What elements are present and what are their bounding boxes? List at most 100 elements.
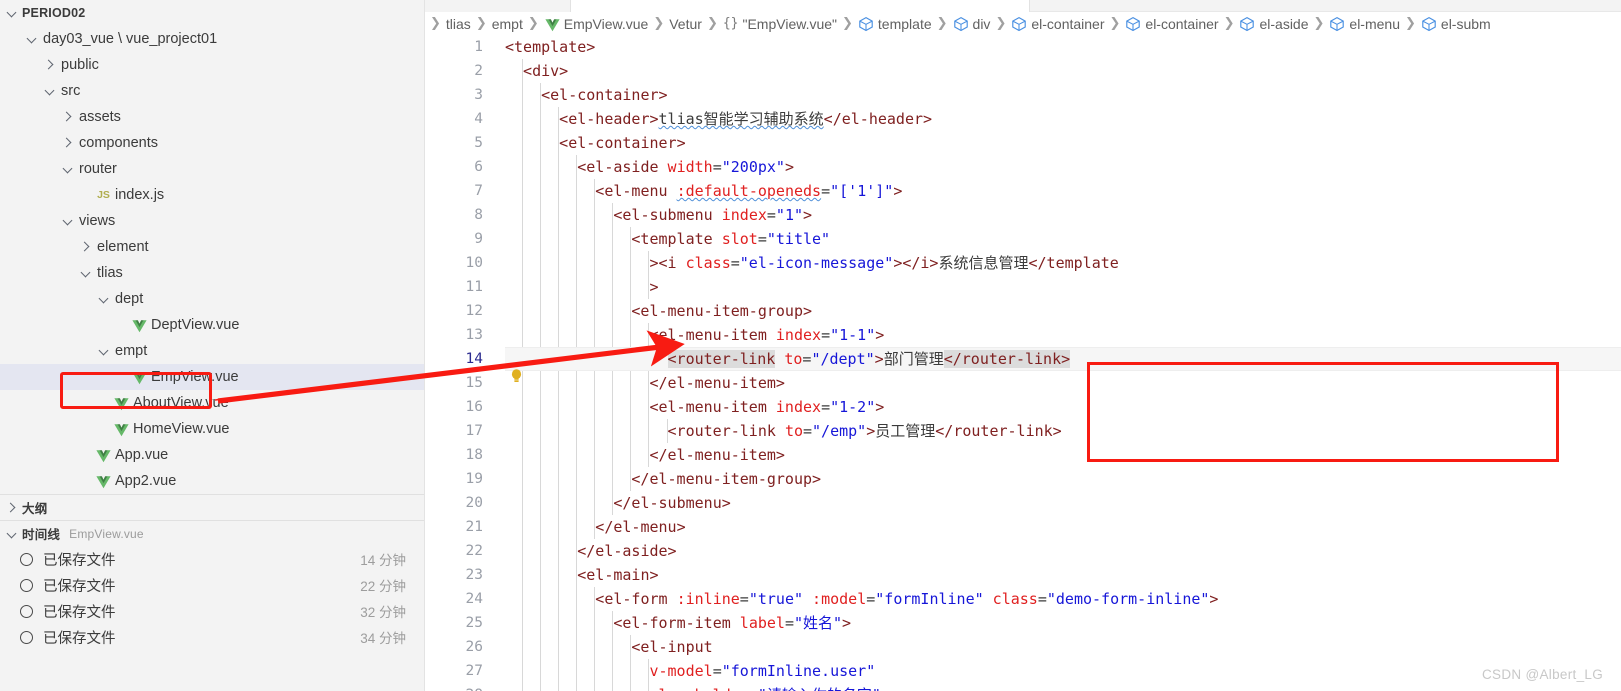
tree-item-index.js[interactable]: JS index.js [0,182,424,208]
timeline-item[interactable]: 已保存文件 14 分钟 [0,546,424,572]
code-line[interactable]: 7 <el-menu :default-openeds="['1']"> [425,179,1621,203]
code-line[interactable]: 4 <el-header>tlias智能学习辅助系统</el-header> [425,107,1621,131]
tree-item-app.vue[interactable]: App.vue [0,442,424,468]
code-line[interactable]: 8 <el-submenu index="1"> [425,203,1621,227]
code-token: > [784,158,794,176]
code-token: = [784,614,794,632]
tree-item-dept[interactable]: dept [0,286,424,312]
line-number: 17 [465,423,483,439]
chevron-right-icon[interactable] [4,500,20,516]
tree-item-homeview.vue[interactable]: HomeView.vue [0,416,424,442]
code-surface[interactable]: 1 <template> 2 <div> 3 <el-container> 4 <el-hea… [425,35,1621,691]
code-line[interactable]: 13 <el-menu-item index="1-1"> [425,323,1621,347]
tree-item-src[interactable]: src [0,78,424,104]
breadcrumb-item-el-aside[interactable]: el-aside [1239,16,1309,32]
code-line[interactable]: 25 <el-form-item label="姓名"> [425,611,1621,635]
code-line[interactable]: 1 <template> [425,35,1621,59]
breadcrumb-item-div[interactable]: div [953,16,990,32]
chevron-down-icon[interactable] [42,83,58,99]
code-line[interactable]: 6 <el-aside width="200px"> [425,155,1621,179]
tree-item-components[interactable]: components [0,130,424,156]
tree-item-public[interactable]: public [0,52,424,78]
tree-item-assets[interactable]: assets [0,104,424,130]
chevron-down-icon[interactable] [24,31,40,47]
chevron-right-icon[interactable] [60,109,76,125]
vue-file-icon [544,16,560,32]
tree-item-empt[interactable]: empt [0,338,424,364]
lightbulb-quickfix-icon[interactable] [509,368,524,385]
code-line[interactable]: 20 </el-submenu> [425,491,1621,515]
breadcrumb-item-el-subm[interactable]: el-subm [1421,16,1491,32]
timeline-item[interactable]: 已保存文件 32 分钟 [0,598,424,624]
breadcrumb-item-empview.vue[interactable]: EmpView.vue [544,16,648,32]
tree-item-aboutview.vue[interactable]: AboutView.vue [0,390,424,416]
chevron-right-icon[interactable] [78,239,94,255]
code-line[interactable]: 24 <el-form :inline="true" :model="formIn… [425,587,1621,611]
breadcrumb-item-vetur[interactable]: Vetur [669,16,702,32]
code-line[interactable]: 28 placeholder="请输入你的名字" [425,683,1621,691]
code-token: <el-container> [541,86,668,104]
tree-item-app2.vue[interactable]: App2.vue [0,468,424,494]
timeline-section-header[interactable]: 时间线 EmpView.vue [0,520,424,546]
tree-item-empview.vue[interactable]: EmpView.vue [0,364,424,390]
chevron-down-icon[interactable] [96,343,112,359]
code-token: "demo-form-inline" [1046,590,1210,608]
tree-item-tlias[interactable]: tlias [0,260,424,286]
tree-item-element[interactable]: element [0,234,424,260]
chevron-down-icon[interactable] [4,5,20,21]
code-line[interactable]: 3 <el-container> [425,83,1621,107]
breadcrumb-item--empview.vue-[interactable]: {} "EmpView.vue" [723,16,837,32]
chevron-right-icon[interactable] [42,57,58,73]
code-line[interactable]: 2 <div> [425,59,1621,83]
tab-active-empview[interactable] [571,0,1030,12]
code-line[interactable]: 17 <router-link to="/emp">员工管理</router-li… [425,419,1621,443]
chevron-down-icon[interactable] [96,291,112,307]
chevron-down-icon[interactable] [4,526,20,542]
code-line-text: <el-container> [541,83,667,107]
code-line[interactable]: 23 <el-main> [425,563,1621,587]
code-line[interactable]: 5 <el-container> [425,131,1621,155]
chevron-right-icon[interactable] [60,135,76,151]
timeline-item[interactable]: 已保存文件 22 分钟 [0,572,424,598]
code-line[interactable]: 10 ><i class="el-icon-message"></i>系统信息管理… [425,251,1621,275]
breadcrumb-item-el-container[interactable]: el-container [1125,16,1219,32]
code-line[interactable]: 16 <el-menu-item index="1-2"> [425,395,1621,419]
chevron-down-icon[interactable] [60,161,76,177]
breadcrumb-item-el-container[interactable]: el-container [1011,16,1105,32]
timeline-item-label: 已保存文件 [43,630,116,647]
tree-item-router[interactable]: router [0,156,424,182]
code-line[interactable]: 12 <el-menu-item-group> [425,299,1621,323]
breadcrumb-item-template[interactable]: template [858,16,932,32]
breadcrumb-item-el-menu[interactable]: el-menu [1329,16,1400,32]
outline-section-header[interactable]: 大纲 [0,494,424,520]
chevron-down-icon[interactable] [78,265,94,281]
breadcrumb-item-tlias[interactable]: tlias [446,16,471,32]
line-number: 22 [465,543,483,559]
symbol-cube-icon [1011,16,1027,32]
code-line[interactable]: 14 <router-link to="/dept">部门管理</router-l… [425,347,1621,371]
chevron-down-icon[interactable] [60,213,76,229]
code-line[interactable]: 27 v-model="formInline.user" [425,659,1621,683]
code-line[interactable]: 21 </el-menu> [425,515,1621,539]
line-number: 12 [465,303,483,319]
tree-item-views[interactable]: views [0,208,424,234]
code-line[interactable]: 15 </el-menu-item> [425,371,1621,395]
vue-file-icon [131,317,148,334]
code-line[interactable]: 11 > [425,275,1621,299]
code-line[interactable]: 19 </el-menu-item-group> [425,467,1621,491]
breadcrumb-item-label: "EmpView.vue" [742,15,838,32]
code-line[interactable]: 18 </el-menu-item> [425,443,1621,467]
code-line[interactable]: 9 <template slot="title" [425,227,1621,251]
explorer-title: PERIOD02 [22,6,86,20]
tab-inactive[interactable] [425,0,571,12]
tree-item-deptview.vue[interactable]: DeptView.vue [0,312,424,338]
timeline-item[interactable]: 已保存文件 34 分钟 [0,624,424,650]
timeline-item-label: 已保存文件 [43,578,116,595]
tree-item-day03-vue-vue-project01[interactable]: day03_vue \ vue_project01 [0,26,424,52]
code-line[interactable]: 26 <el-input [425,635,1621,659]
explorer-section-header[interactable]: PERIOD02 [0,0,424,26]
breadcrumb-item-empt[interactable]: empt [492,16,523,32]
code-line[interactable]: 22 </el-aside> [425,539,1621,563]
